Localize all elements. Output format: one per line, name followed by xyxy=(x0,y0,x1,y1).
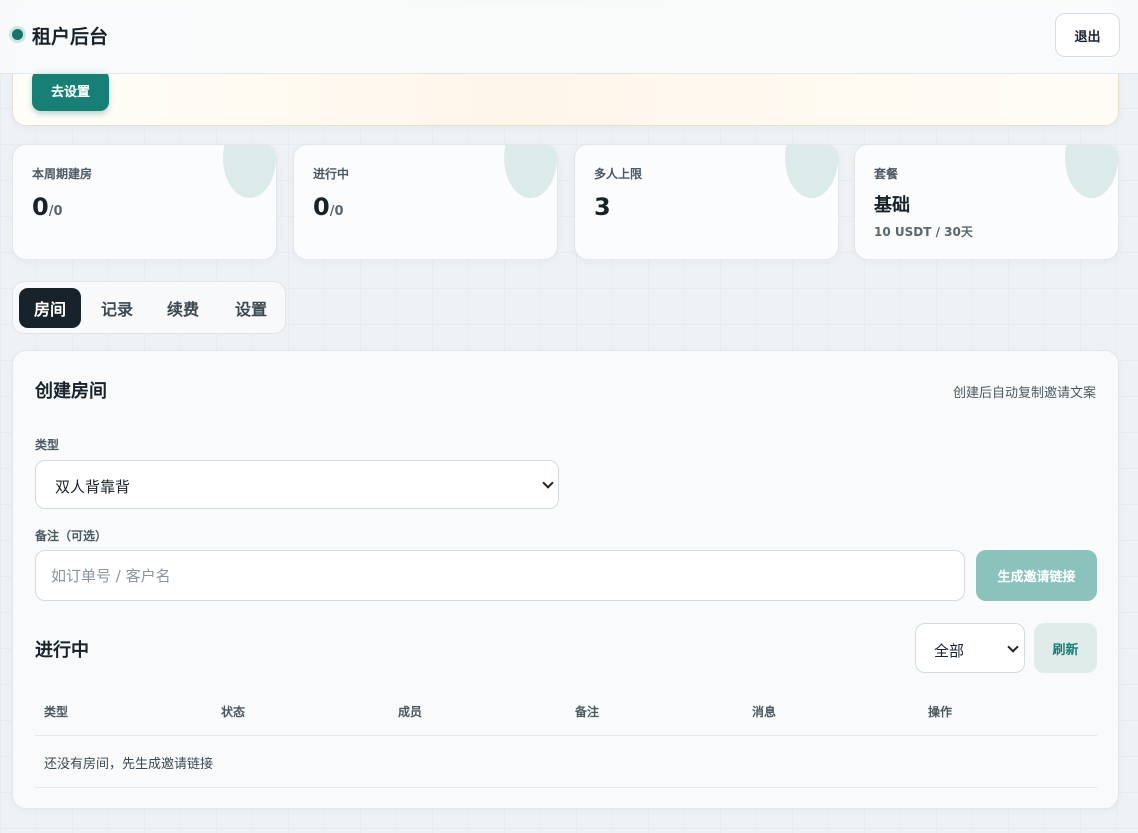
type-label: 类型 xyxy=(35,438,60,452)
refresh-button[interactable]: 刷新 xyxy=(1034,623,1097,673)
create-room-title: 创建房间 xyxy=(35,381,107,402)
status-filter-value: 全部 xyxy=(934,642,965,660)
generate-invite-button[interactable]: 生成邀请链接 xyxy=(976,550,1097,601)
tab-renew[interactable]: 续费 xyxy=(155,288,211,328)
tab-bar: 房间 记录 续费 设置 xyxy=(12,281,286,334)
decor-circle xyxy=(785,145,838,198)
go-settings-button[interactable]: 去设置 xyxy=(32,70,109,111)
stat-value: 0/0 xyxy=(313,193,344,221)
stat-label: 进行中 xyxy=(313,167,350,181)
room-type-select[interactable]: 双人背靠背 xyxy=(35,460,559,509)
stat-card-in-progress: 进行中 0/0 xyxy=(293,144,558,260)
chevron-down-icon xyxy=(1007,641,1019,653)
plan-price: 10 USDT / 30天 xyxy=(874,225,973,239)
brand-dot-icon xyxy=(12,29,23,40)
page-title: 租户后台 xyxy=(32,26,109,48)
chevron-down-icon xyxy=(542,477,554,489)
top-header: 租户后台 退出 xyxy=(0,0,1138,74)
stat-label: 套餐 xyxy=(874,167,899,181)
decor-circle xyxy=(504,145,557,198)
status-filter-select[interactable]: 全部 xyxy=(915,623,1025,673)
tab-settings[interactable]: 设置 xyxy=(223,288,279,328)
tab-records[interactable]: 记录 xyxy=(89,288,145,328)
room-type-value: 双人背靠背 xyxy=(55,478,131,496)
stat-value: 3 xyxy=(594,193,611,221)
column-header-members: 成员 xyxy=(398,705,423,719)
rooms-panel: 创建房间 创建后自动复制邀请文案 类型 双人背靠背 备注（可选） 生成邀请链接 … xyxy=(12,350,1119,809)
create-room-hint: 创建后自动复制邀请文案 xyxy=(952,386,1096,401)
stat-card-multi-limit: 多人上限 3 xyxy=(574,144,839,260)
note-input[interactable] xyxy=(35,550,965,601)
column-header-status: 状态 xyxy=(221,705,246,719)
decor-circle xyxy=(223,145,276,198)
empty-state-text: 还没有房间，先生成邀请链接 xyxy=(44,757,214,772)
stat-card-plan: 套餐 基础 10 USDT / 30天 xyxy=(854,144,1119,260)
note-label: 备注（可选） xyxy=(35,529,108,543)
column-header-actions: 操作 xyxy=(928,705,953,719)
plan-name: 基础 xyxy=(874,195,910,216)
table-divider xyxy=(35,787,1097,788)
stat-label: 多人上限 xyxy=(594,167,643,181)
decor-circle xyxy=(1065,145,1118,198)
stat-label: 本周期建房 xyxy=(32,167,93,181)
column-header-note: 备注 xyxy=(575,705,600,719)
column-header-type: 类型 xyxy=(44,705,69,719)
stat-value: 0/0 xyxy=(32,193,63,221)
column-header-messages: 消息 xyxy=(752,705,777,719)
in-progress-title: 进行中 xyxy=(35,640,89,661)
logout-button[interactable]: 退出 xyxy=(1055,13,1120,57)
tab-rooms[interactable]: 房间 xyxy=(19,288,81,328)
stat-card-rooms-period: 本周期建房 0/0 xyxy=(12,144,277,260)
table-divider xyxy=(35,735,1097,736)
